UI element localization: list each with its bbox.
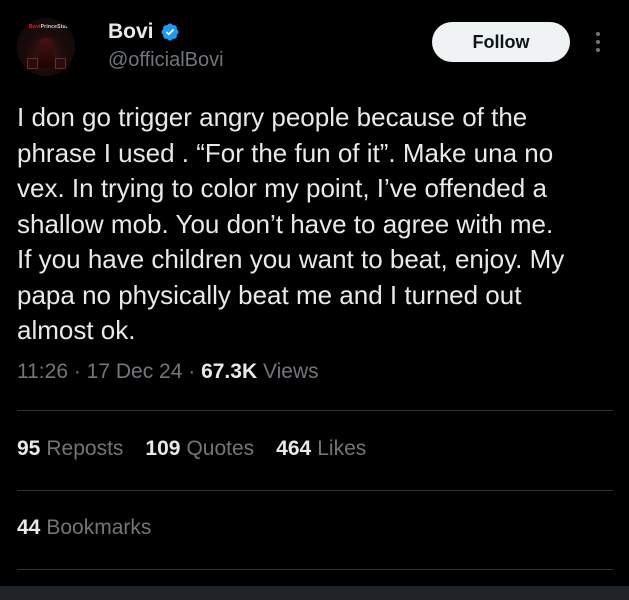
quotes-label: Quotes: [186, 437, 255, 460]
tweet-text-line: phrase I used . “For the fun of it”. Mak…: [17, 137, 554, 168]
tweet-text: I don go trigger angry people because of…: [17, 100, 617, 349]
divider: [17, 410, 613, 411]
divider: [17, 569, 613, 570]
more-vertical-icon: [596, 32, 600, 36]
likes-count: 464: [276, 437, 312, 460]
meta-separator: ·: [68, 360, 87, 383]
avatar-box-left: [27, 58, 38, 69]
tweet-date[interactable]: 17 Dec 24: [87, 360, 183, 383]
avatar-figure: [38, 38, 54, 68]
views-label: Views: [262, 360, 319, 383]
likes-label: Likes: [317, 437, 367, 460]
divider: [17, 490, 613, 491]
meta-separator: ·: [182, 360, 202, 383]
reposts-count: 95: [17, 437, 41, 460]
likes-stat[interactable]: 464 Likes: [276, 437, 366, 461]
tweet-text-line: shallow mob. You don’t have to agree wit…: [17, 208, 554, 239]
avatar[interactable]: BoviPrinceStudio: [17, 18, 75, 76]
author-name-row: Bovi: [108, 20, 180, 44]
author-handle[interactable]: @officialBovi: [108, 49, 224, 72]
engagement-stats: 95 Reposts 109 Quotes 464 Likes: [17, 437, 388, 461]
tweet-card: BoviPrinceStudio Bovi @officialBovi Foll…: [0, 0, 629, 586]
tweet-text-line: If you have children you want to beat, e…: [17, 244, 565, 274]
reposts-stat[interactable]: 95 Reposts: [17, 437, 123, 461]
tweet-metadata: 11:26 · 17 Dec 24 · 67.3K Views: [17, 360, 319, 384]
follow-button[interactable]: Follow: [432, 22, 570, 62]
tweet-text-line: papa no physically beat me and I turned …: [17, 279, 522, 310]
quotes-stat[interactable]: 109 Quotes: [145, 437, 254, 461]
bookmarks-label: Bookmarks: [46, 516, 152, 539]
author-display-name[interactable]: Bovi: [108, 20, 154, 44]
quotes-count: 109: [145, 437, 181, 460]
more-options-button[interactable]: [588, 28, 608, 56]
more-vertical-icon-dot: [596, 40, 600, 44]
tweet-text-line: vex. In trying to color my point, I’ve o…: [17, 173, 547, 203]
avatar-logo-text: BoviPrinceStudio: [29, 24, 74, 30]
avatar-box-right: [55, 58, 66, 69]
views-count: 67.3K: [201, 360, 258, 383]
tweet-text-line: I don go trigger angry people because of…: [17, 102, 528, 132]
verified-badge-icon[interactable]: [160, 22, 180, 42]
tweet-time[interactable]: 11:26: [17, 360, 68, 383]
more-vertical-icon-dot: [596, 48, 600, 52]
bookmarks-count: 44: [17, 516, 41, 539]
bookmarks-stat[interactable]: 44 Bookmarks: [17, 516, 151, 540]
tweet-text-line: almost ok.: [17, 315, 136, 345]
reposts-label: Reposts: [46, 437, 124, 460]
bottom-bar: [0, 586, 629, 600]
